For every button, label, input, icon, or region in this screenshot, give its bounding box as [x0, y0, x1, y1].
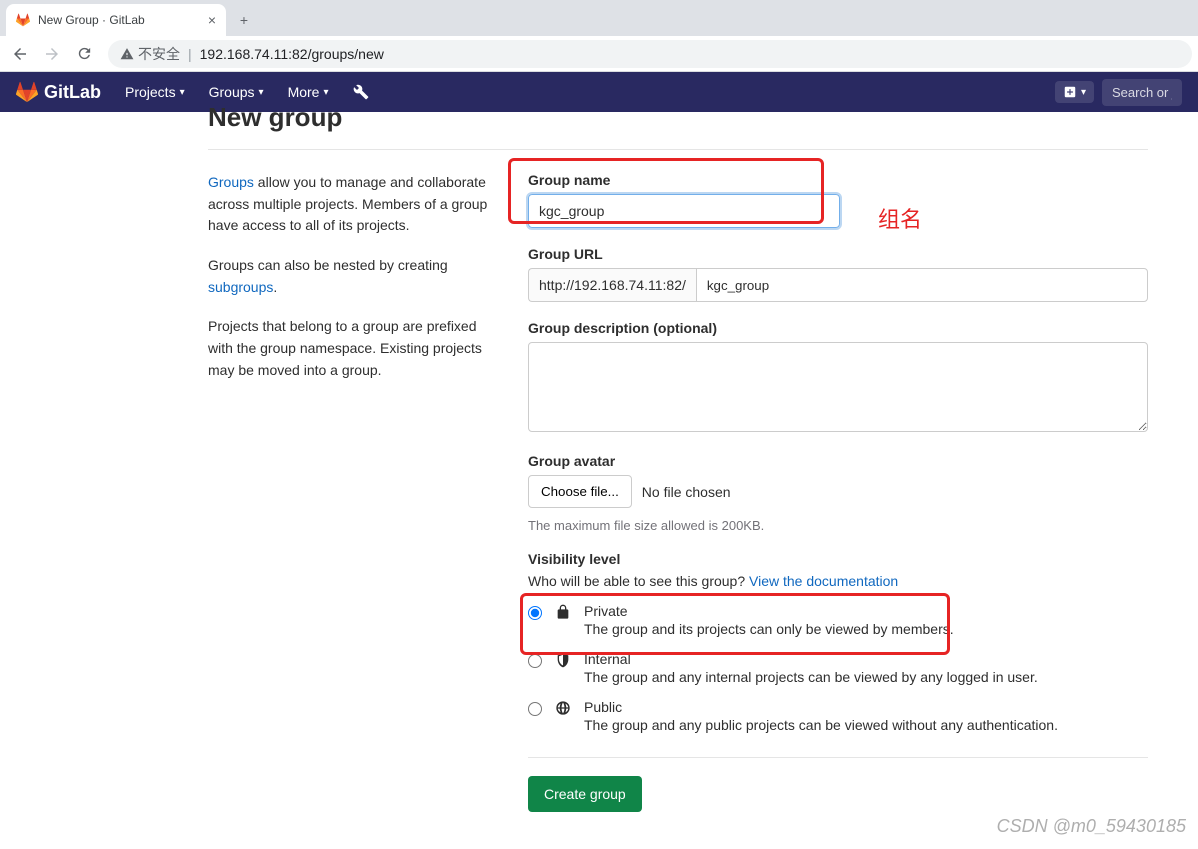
gitlab-logo-icon: [16, 81, 38, 103]
group-url-prefix: http://192.168.74.11:82/: [528, 268, 696, 302]
watermark: CSDN @m0_59430185: [997, 816, 1186, 837]
visibility-question: Who will be able to see this group?: [528, 573, 749, 589]
arrow-right-icon: [43, 45, 61, 63]
group-name-label: Group name: [528, 172, 1148, 188]
visibility-option-internal[interactable]: Internal The group and any internal proj…: [528, 651, 1148, 685]
file-size-note: The maximum file size allowed is 200KB.: [528, 518, 1148, 533]
address-bar[interactable]: 不安全 | 192.168.74.11:82/groups/new: [108, 40, 1192, 68]
chevron-down-icon: ▾: [259, 87, 264, 98]
url-separator: |: [188, 46, 192, 62]
reload-icon: [76, 45, 93, 62]
internal-title: Internal: [584, 651, 1038, 667]
visibility-label: Visibility level: [528, 551, 1148, 567]
gitlab-favicon-icon: [16, 13, 30, 27]
lock-icon: [554, 604, 572, 620]
divider: [528, 757, 1148, 758]
group-avatar-label: Group avatar: [528, 453, 1148, 469]
tab-title: New Group · GitLab: [38, 13, 145, 27]
group-url-label: Group URL: [528, 246, 1148, 262]
radio-public[interactable]: [528, 702, 542, 716]
visibility-doc-link[interactable]: View the documentation: [749, 573, 898, 589]
annotation-text: 组名: [878, 202, 922, 234]
new-tab-button[interactable]: +: [230, 6, 258, 34]
not-secure-indicator[interactable]: 不安全: [120, 44, 180, 64]
form-area: Group name 组名 Group URL http://192.168.7…: [528, 172, 1148, 812]
private-title: Private: [584, 603, 954, 619]
globe-icon: [554, 700, 572, 716]
groups-help-link[interactable]: Groups: [208, 174, 254, 190]
chevron-down-icon: ▾: [1081, 87, 1086, 98]
group-desc-textarea[interactable]: [528, 342, 1148, 432]
browser-tab-strip: New Group · GitLab × +: [0, 0, 1198, 36]
group-desc-label: Group description (optional): [528, 320, 1148, 336]
radio-internal[interactable]: [528, 654, 542, 668]
group-url-slug-input[interactable]: [696, 268, 1148, 302]
choose-file-button[interactable]: Choose file...: [528, 475, 632, 508]
radio-private[interactable]: [528, 606, 542, 620]
public-desc: The group and any public projects can be…: [584, 717, 1058, 733]
search-input[interactable]: [1102, 79, 1182, 106]
arrow-left-icon: [11, 45, 29, 63]
warning-icon: [120, 47, 134, 61]
subgroups-link[interactable]: subgroups: [208, 279, 273, 295]
back-button[interactable]: [6, 40, 34, 68]
internal-desc: The group and any internal projects can …: [584, 669, 1038, 685]
nav-admin-wrench[interactable]: [343, 72, 379, 112]
active-tab[interactable]: New Group · GitLab ×: [6, 4, 226, 36]
create-group-button[interactable]: Create group: [528, 776, 642, 812]
close-tab-icon[interactable]: ×: [208, 12, 216, 28]
gitlab-logo[interactable]: GitLab: [16, 81, 101, 103]
visibility-option-public[interactable]: Public The group and any public projects…: [528, 699, 1148, 733]
security-label: 不安全: [138, 44, 180, 64]
reload-button[interactable]: [70, 40, 98, 68]
brand-text: GitLab: [44, 82, 101, 103]
shield-icon: [554, 652, 572, 668]
plus-square-icon: [1063, 85, 1077, 99]
chevron-down-icon: ▾: [180, 87, 185, 98]
wrench-icon: [353, 84, 369, 100]
browser-toolbar: 不安全 | 192.168.74.11:82/groups/new: [0, 36, 1198, 72]
help-sidebar: Groups allow you to manage and collabora…: [208, 172, 488, 812]
group-name-input[interactable]: [528, 194, 840, 228]
visibility-option-private[interactable]: Private The group and its projects can o…: [528, 603, 1148, 637]
no-file-chosen-text: No file chosen: [642, 484, 731, 500]
public-title: Public: [584, 699, 1058, 715]
nav-projects[interactable]: Projects▾: [115, 72, 195, 112]
url-text: 192.168.74.11:82/groups/new: [200, 46, 384, 62]
nav-new-menu[interactable]: ▾: [1055, 81, 1094, 103]
divider: [208, 149, 1148, 150]
private-desc: The group and its projects can only be v…: [584, 621, 954, 637]
chevron-down-icon: ▾: [323, 87, 328, 98]
forward-button[interactable]: [38, 40, 66, 68]
